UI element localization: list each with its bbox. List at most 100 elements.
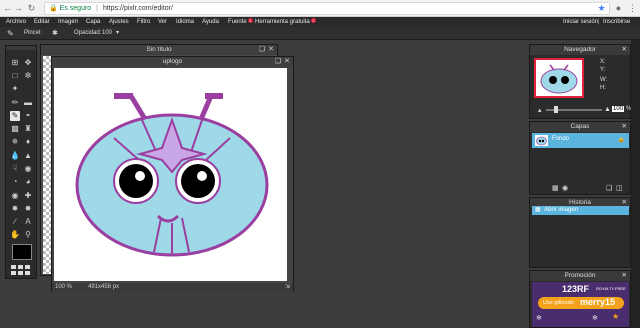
menu-fuente[interactable]: Fuente 1 (228, 17, 253, 27)
zoom-level[interactable]: 100 % (55, 283, 72, 292)
logo-artwork (75, 93, 269, 257)
lasso-tool-icon[interactable]: ✼ (23, 71, 33, 81)
history-entry-label: Abrir imagen (544, 207, 579, 213)
close-icon[interactable]: ✕ (284, 57, 290, 67)
bookmark-star-icon[interactable]: ★ (597, 4, 606, 13)
view-mode-icon[interactable] (10, 264, 34, 276)
stamp-tool-icon[interactable]: ♜ (23, 124, 33, 134)
toolbox: ⊞ ✥ □ ✼ ✦ ✏ ▬ ✎ ◓ ▩ ♜ ✵ ♦ 💧 ▲ ☟ ◉ ◔ ◕ ◉ … (5, 45, 37, 279)
blur-tool-icon[interactable]: 💧 (10, 151, 20, 161)
url-text: https://pixlr.com/editor/ (102, 5, 173, 12)
menu-ver[interactable]: Ver (158, 17, 167, 27)
navigator-thumb-art (540, 64, 578, 94)
new-layer-icon[interactable]: ❏ (606, 184, 612, 192)
layer-mask-icon[interactable]: ◉ (562, 184, 568, 192)
history-panel: Historia ✕ ▦ Abrir imagen (529, 197, 631, 268)
promo-banner[interactable]: 123RF ROYALTY-FREE Use giftcode: merry15… (532, 282, 629, 327)
document-window-uplogo[interactable]: uplogo ❏ ✕ 100 % 491x458 px ⇲ (51, 56, 294, 292)
hand-tool-icon[interactable]: ✋ (10, 230, 20, 240)
close-icon[interactable]: ✕ (622, 271, 627, 281)
color-replace-icon[interactable]: ✵ (10, 137, 20, 147)
dodge-tool-icon[interactable]: ◔ (10, 177, 20, 187)
menu-filtro[interactable]: Filtro (137, 17, 150, 27)
promo-brand-sub: ROYALTY-FREE (596, 286, 626, 291)
layer-name: Fondo (552, 136, 570, 142)
drawing-tool-icon[interactable]: ♦ (23, 137, 33, 147)
layers-title: Capas ✕ (530, 122, 630, 132)
marquee-tool-icon[interactable]: □ (10, 71, 20, 81)
zoom-tool-icon[interactable]: ⚲ (23, 230, 33, 240)
brush-preset-icon[interactable]: ✱ (52, 29, 58, 37)
opacity-value[interactable]: 100 (102, 30, 112, 36)
forward-icon[interactable]: → (14, 4, 23, 13)
maximize-icon[interactable]: ❏ (259, 45, 265, 55)
layers-panel: Capas ✕ Fondo 🔒 ▦ ◉ ❏ ◫ (529, 121, 631, 195)
close-icon[interactable]: ✕ (622, 122, 627, 132)
bloat-tool-icon[interactable]: ✸ (10, 204, 20, 214)
menu-archivo[interactable]: Archivo (6, 17, 26, 27)
address-bar[interactable]: 🔒 Es seguro | https://pixlr.com/editor/ (44, 2, 610, 15)
crop-tool-icon[interactable]: ⊞ (10, 58, 20, 68)
type-tool-icon[interactable]: A (23, 217, 33, 227)
nav-h-label: H: (600, 85, 606, 91)
toolbox-grip[interactable] (6, 46, 36, 50)
burn-tool-icon[interactable]: ◕ (23, 177, 33, 187)
promo-brand: 123RF (562, 284, 590, 294)
sharpen-tool-icon[interactable]: ▲ (23, 151, 33, 161)
move-tool-icon[interactable]: ✥ (23, 58, 33, 68)
url-separator: | (96, 5, 98, 12)
register-link[interactable]: Inscribirse (603, 17, 630, 27)
panel-scroll-strip[interactable] (631, 40, 640, 328)
redeye-tool-icon[interactable]: ◉ (10, 191, 20, 201)
back-icon[interactable]: ← (3, 4, 12, 13)
pencil-tool-icon[interactable]: ✏ (10, 98, 20, 108)
sponge-tool-icon[interactable]: ◉ (23, 164, 33, 174)
browser-bar: ← → ↻ 🔒 Es seguro | https://pixlr.com/ed… (0, 0, 640, 17)
menu-ayuda[interactable]: Ayuda (202, 17, 219, 27)
brush-tool-button[interactable]: ✎ (10, 111, 20, 121)
nav-zoom-input[interactable]: 100 (612, 106, 625, 112)
pinch-tool-icon[interactable]: ✸ (23, 204, 33, 214)
spot-heal-icon[interactable]: ✚ (23, 191, 33, 201)
menu-idioma[interactable]: Idioma (176, 17, 194, 27)
picker-tool-icon[interactable]: ∕ (10, 217, 20, 227)
fuente-badge: 1 (247, 18, 253, 23)
zoom-in-icon[interactable]: ▲ (604, 106, 611, 113)
navigator-thumbnail[interactable] (534, 58, 584, 98)
menu-editar[interactable]: Editar (34, 17, 50, 27)
zoom-out-icon[interactable]: ▴ (538, 106, 542, 114)
document-status-bar: 100 % 491x458 px ⇲ (52, 283, 293, 292)
login-link[interactable]: Iniciar sesión (563, 17, 598, 27)
menu-capa[interactable]: Capa (86, 17, 100, 27)
giftcode-value: merry15 (580, 297, 616, 307)
eraser-tool-icon[interactable]: ▬ (23, 98, 33, 108)
pencil-label: Pincel: (24, 30, 43, 36)
resize-grip-icon[interactable]: ⇲ (285, 283, 290, 292)
menu-imagen[interactable]: Imagen (58, 17, 78, 27)
zoom-slider-handle[interactable] (554, 106, 558, 113)
maximize-icon[interactable]: ❏ (275, 57, 281, 67)
smudge-tool-icon[interactable]: ☟ (10, 164, 20, 174)
bucket-tool-icon[interactable]: ◓ (23, 111, 33, 121)
menu-divider: | (598, 19, 600, 25)
layer-style-icon[interactable]: ▦ (552, 184, 559, 192)
layer-row-fondo[interactable]: Fondo 🔒 (532, 133, 629, 148)
layers-footer: ▦ ◉ ❏ ◫ (530, 184, 630, 194)
image-canvas[interactable] (54, 68, 287, 281)
options-bar: ✎ Pincel: ✱ Opacidad: 100 ▾ (0, 27, 640, 40)
giftcode-label: Use giftcode: (543, 300, 576, 306)
browser-menu-icon[interactable]: ⋮ (628, 4, 637, 13)
decoration-icon: ★ (612, 312, 620, 321)
trash-icon[interactable]: ◫ (616, 184, 623, 192)
extension-icon[interactable]: ● (614, 4, 623, 13)
history-entry[interactable]: ▦ Abrir imagen (532, 206, 629, 215)
menu-herramienta[interactable]: Herramienta gratuita 1 (255, 17, 316, 27)
close-icon[interactable]: ✕ (268, 45, 274, 55)
gradient-tool-icon[interactable]: ▩ (10, 124, 20, 134)
close-icon[interactable]: ✕ (622, 45, 627, 55)
opacity-dropdown-icon[interactable]: ▾ (116, 29, 119, 36)
color-swatch[interactable] (12, 244, 32, 260)
reload-icon[interactable]: ↻ (27, 4, 36, 13)
wand-tool-icon[interactable]: ✦ (10, 84, 20, 94)
menu-ajustes[interactable]: Ajustes (109, 17, 129, 27)
